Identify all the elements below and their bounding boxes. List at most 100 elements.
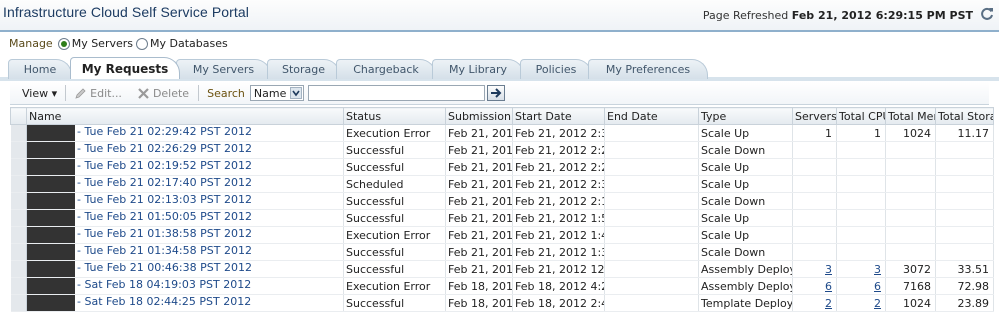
submission-date-text: Feb 21, 2012 (448, 211, 513, 225)
request-name-text[interactable]: - Tue Feb 21 02:26:29 PST 2012 (77, 142, 252, 155)
tab-my-requests[interactable]: My Requests (70, 57, 180, 79)
request-name-text[interactable]: - Sat Feb 18 04:19:03 PST 2012 (77, 278, 251, 291)
table-row[interactable]: - Tue Feb 21 01:50:05 PST 2012 Successful… (10, 209, 994, 227)
total-memory (885, 226, 936, 244)
table-row[interactable]: - Tue Feb 21 02:29:42 PST 2012 Execution … (10, 124, 994, 142)
table-row[interactable]: - Tue Feb 21 01:38:58 PST 2012 Execution … (10, 226, 994, 244)
total-cpus-text[interactable]: 3 (874, 263, 881, 276)
request-name[interactable]: - Tue Feb 21 02:19:52 PST 2012 (26, 158, 344, 176)
tab-my-library[interactable]: My Library (432, 59, 524, 79)
search-field-select[interactable]: Name (249, 85, 304, 101)
refresh-icon[interactable] (979, 6, 995, 22)
row-selector[interactable] (10, 192, 27, 210)
tab-storage[interactable]: Storage (267, 59, 340, 79)
row-selector[interactable] (10, 294, 27, 312)
total-cpus (836, 209, 886, 227)
edit-label: Edit... (90, 86, 122, 100)
request-name-text[interactable]: - Tue Feb 21 02:17:40 PST 2012 (77, 176, 252, 189)
servers-count-text[interactable]: 3 (825, 263, 832, 276)
request-type-text: Scale Down (701, 194, 766, 208)
column-header-status[interactable]: Status (343, 107, 446, 125)
table-row[interactable]: - Sat Feb 18 02:44:25 PST 2012 Successful… (10, 294, 994, 312)
table-row[interactable]: - Tue Feb 21 02:17:40 PST 2012 Scheduled F… (10, 175, 994, 193)
redacted-name-block (27, 125, 75, 141)
redacted-name-block (27, 261, 75, 277)
request-name[interactable]: - Sat Feb 18 04:19:03 PST 2012 (26, 277, 344, 295)
row-selector[interactable] (10, 243, 27, 261)
column-header-submission-date[interactable]: Submission Da (445, 107, 513, 125)
total-storage (935, 209, 994, 227)
request-name-text[interactable]: - Tue Feb 21 01:50:05 PST 2012 (77, 210, 252, 223)
edit-button[interactable]: Edit... (74, 87, 122, 100)
total-cpus-text[interactable]: 2 (874, 297, 881, 310)
column-header-type[interactable]: Type (698, 107, 793, 125)
request-name[interactable]: - Tue Feb 21 02:26:29 PST 2012 (26, 141, 344, 159)
row-selector[interactable] (10, 277, 27, 295)
table-row[interactable]: - Tue Feb 21 01:34:58 PST 2012 Successful… (10, 243, 994, 261)
request-name-text[interactable]: - Tue Feb 21 00:46:38 PST 2012 (77, 261, 252, 274)
request-type-text: Assembly Deployme (701, 279, 792, 293)
column-header-name[interactable]: Name (26, 107, 344, 125)
table-row[interactable]: - Tue Feb 21 02:26:29 PST 2012 Successful… (10, 141, 994, 159)
request-name-text[interactable]: - Tue Feb 21 02:19:52 PST 2012 (77, 159, 252, 172)
servers-count-text[interactable]: 2 (825, 297, 832, 310)
column-header-total-cpus[interactable]: Total CPUs (836, 107, 886, 125)
column-header-servers[interactable]: Servers (792, 107, 837, 125)
search-input[interactable] (307, 85, 485, 101)
request-name-text[interactable]: - Tue Feb 21 02:29:42 PST 2012 (77, 125, 252, 138)
tab-policies[interactable]: Policies (520, 59, 592, 79)
request-name[interactable]: - Tue Feb 21 01:38:58 PST 2012 (26, 226, 344, 244)
my-databases-radio[interactable] (136, 37, 149, 50)
request-name-text[interactable]: - Tue Feb 21 01:38:58 PST 2012 (77, 227, 252, 240)
request-name[interactable]: - Tue Feb 21 01:34:58 PST 2012 (26, 243, 344, 261)
view-menu[interactable]: View ▾ (22, 87, 57, 100)
end-date (604, 294, 699, 312)
table-row[interactable]: - Tue Feb 21 00:46:38 PST 2012 Successful… (10, 260, 994, 278)
table-row[interactable]: - Sat Feb 18 04:19:03 PST 2012 Execution … (10, 277, 994, 295)
request-name[interactable]: - Sat Feb 18 02:44:25 PST 2012 (26, 294, 344, 312)
my-servers-radio-label[interactable]: My Servers (72, 37, 133, 50)
search-field-value: Name (253, 86, 287, 100)
row-selector[interactable] (10, 124, 27, 142)
request-name-text[interactable]: - Tue Feb 21 01:34:58 PST 2012 (77, 244, 252, 257)
row-selector[interactable] (10, 158, 27, 176)
column-header-total-memory[interactable]: Total Mem (885, 107, 936, 125)
servers-count-text[interactable]: 6 (825, 280, 832, 293)
tab-my-servers[interactable]: My Servers (176, 59, 271, 79)
column-header-total-storage[interactable]: Total Stora (935, 107, 994, 125)
total-cpus-text[interactable]: 6 (874, 280, 881, 293)
manage-label: Manage (9, 37, 53, 50)
servers-count: 1 (792, 124, 837, 142)
delete-button[interactable]: Delete (137, 87, 189, 100)
request-type: Scale Up (698, 209, 793, 227)
chevron-down-icon (289, 87, 302, 99)
row-selector[interactable] (10, 226, 27, 244)
request-name-text[interactable]: - Sat Feb 18 02:44:25 PST 2012 (77, 295, 251, 308)
row-selector[interactable] (10, 175, 27, 193)
my-servers-radio[interactable] (57, 37, 70, 50)
table-row[interactable]: - Tue Feb 21 02:19:52 PST 2012 Successful… (10, 158, 994, 176)
search-go-button[interactable] (486, 85, 505, 101)
column-header-end-date[interactable]: End Date (604, 107, 699, 125)
row-selector[interactable] (10, 141, 27, 159)
portal-header: Infrastructure Cloud Self Service Portal… (0, 0, 999, 32)
tab-my-preferences[interactable]: My Preferences (588, 59, 708, 79)
request-name[interactable]: - Tue Feb 21 02:17:40 PST 2012 (26, 175, 344, 193)
tab-chargeback[interactable]: Chargeback (336, 59, 436, 79)
table-row[interactable]: - Tue Feb 21 02:13:03 PST 2012 Successful… (10, 192, 994, 210)
request-name-text[interactable]: - Tue Feb 21 02:13:03 PST 2012 (77, 193, 252, 206)
end-date (604, 192, 699, 210)
request-type: Scale Up (698, 226, 793, 244)
column-header-start-date[interactable]: Start Date (512, 107, 605, 125)
start-date: Feb 21, 2012 2:22 (512, 158, 605, 176)
request-name[interactable]: - Tue Feb 21 02:29:42 PST 2012 (26, 124, 344, 142)
request-name[interactable]: - Tue Feb 21 02:13:03 PST 2012 (26, 192, 344, 210)
row-selector[interactable] (10, 260, 27, 278)
request-name[interactable]: - Tue Feb 21 01:50:05 PST 2012 (26, 209, 344, 227)
total-memory: 7168 (885, 277, 936, 295)
tab-home[interactable]: Home (8, 59, 72, 79)
row-selector[interactable] (10, 209, 27, 227)
request-status: Execution Error (343, 124, 446, 142)
request-name[interactable]: - Tue Feb 21 00:46:38 PST 2012 (26, 260, 344, 278)
my-databases-radio-label[interactable]: My Databases (150, 37, 228, 50)
